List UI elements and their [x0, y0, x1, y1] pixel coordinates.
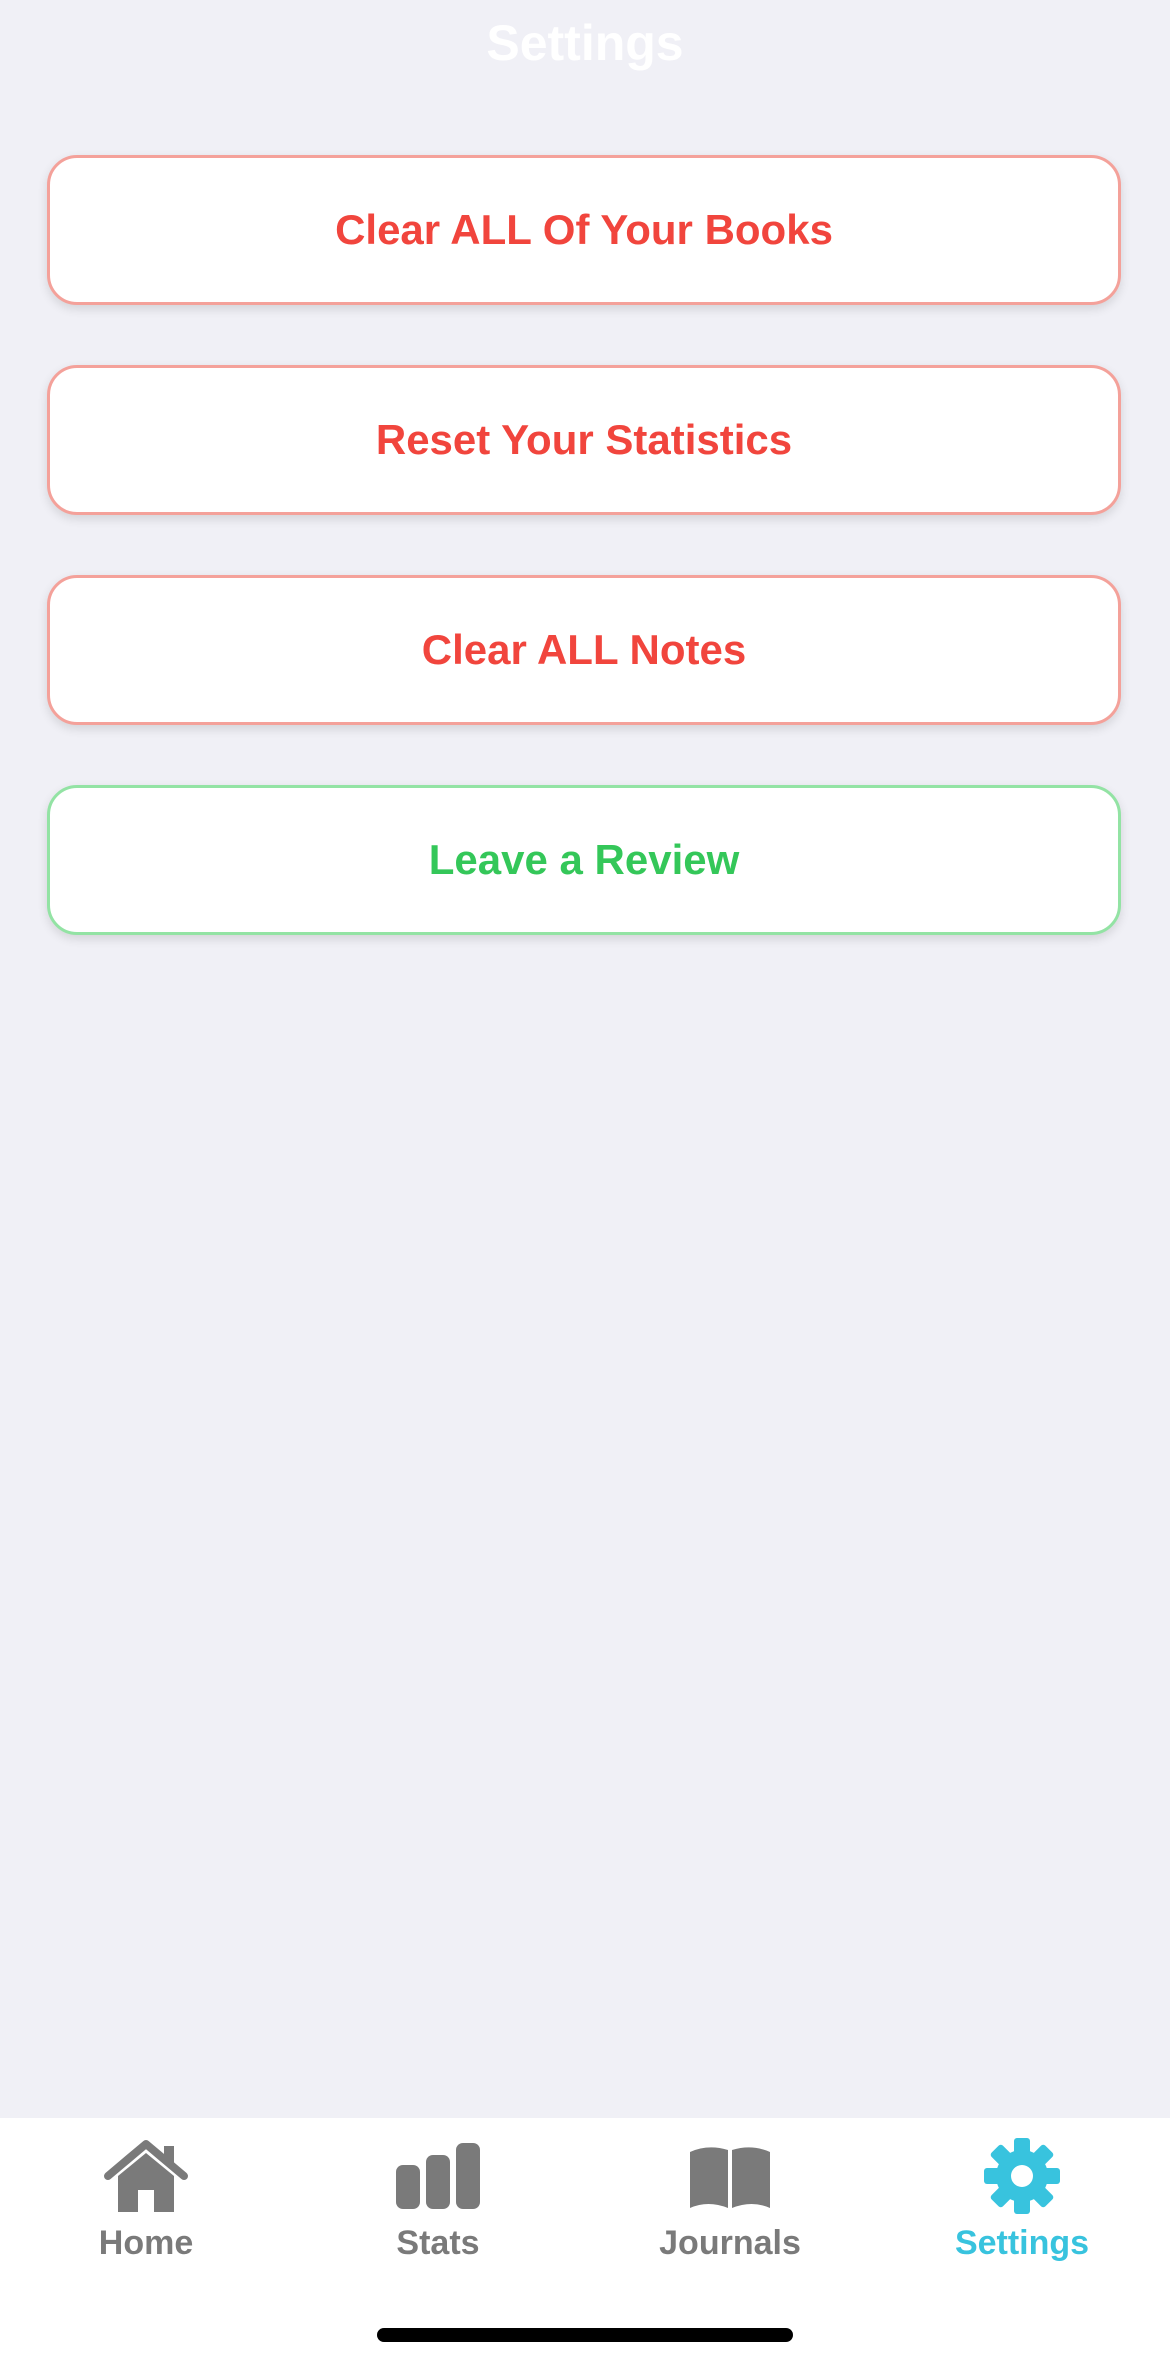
book-icon [684, 2136, 776, 2216]
reset-statistics-button[interactable]: Reset Your Statistics [47, 365, 1121, 515]
tab-journals[interactable]: Journals [584, 2136, 876, 2286]
clear-all-notes-button[interactable]: Clear ALL Notes [47, 575, 1121, 725]
tab-stats[interactable]: Stats [292, 2136, 584, 2286]
page-title: Settings [486, 15, 684, 71]
tab-stats-label: Stats [396, 2224, 480, 2262]
tab-home-label: Home [98, 2224, 194, 2262]
gear-icon [976, 2136, 1068, 2216]
home-indicator [377, 2328, 793, 2342]
leave-review-button[interactable]: Leave a Review [47, 785, 1121, 935]
tab-journals-label: Journals [659, 2224, 801, 2262]
clear-all-books-button[interactable]: Clear ALL Of Your Books [47, 155, 1121, 305]
bar-chart-icon [392, 2136, 484, 2216]
tab-settings-label: Settings [954, 2224, 1090, 2262]
tab-settings[interactable]: Settings [876, 2136, 1168, 2286]
tab-home[interactable]: Home [0, 2136, 292, 2286]
home-icon [100, 2136, 192, 2216]
